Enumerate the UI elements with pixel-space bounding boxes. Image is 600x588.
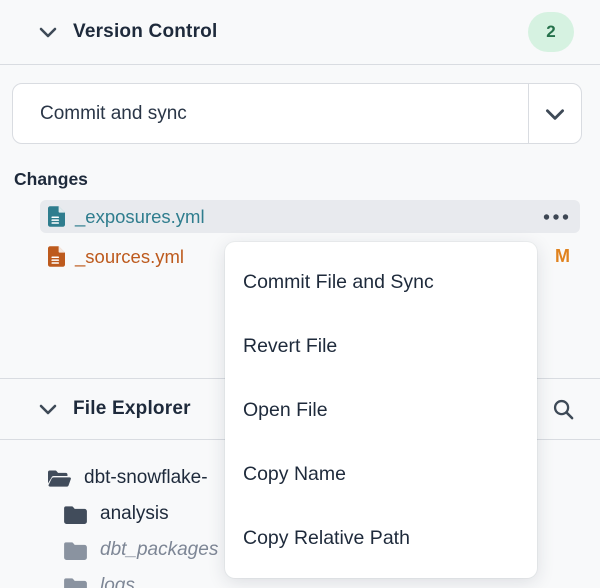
changed-file-name: _exposures.yml [75, 206, 205, 228]
chevron-down-icon[interactable] [36, 397, 60, 421]
commit-select-dropdown-toggle[interactable] [528, 84, 581, 143]
menu-item-revert-file[interactable]: Revert File [225, 314, 537, 378]
changed-file-name: _sources.yml [75, 246, 184, 268]
folder-open-icon [48, 469, 71, 488]
tree-item-label: dbt-snowflake- [84, 467, 208, 489]
yaml-file-icon [48, 246, 65, 267]
chevron-down-icon[interactable] [36, 20, 60, 44]
file-context-menu: Commit File and Sync Revert File Open Fi… [225, 242, 537, 578]
version-control-title: Version Control [73, 21, 217, 43]
search-icon [552, 398, 575, 421]
menu-item-commit-file-and-sync[interactable]: Commit File and Sync [225, 250, 537, 314]
folder-icon [64, 505, 87, 524]
commit-action-select[interactable]: Commit and sync [12, 83, 582, 144]
chevron-down-icon [542, 101, 568, 127]
file-search-button[interactable] [548, 394, 578, 424]
tree-item-label: analysis [100, 503, 169, 525]
yaml-file-icon [48, 206, 65, 227]
changes-section-label: Changes [14, 169, 88, 190]
changes-count-badge: 2 [528, 12, 574, 52]
version-control-panel: Version Control 2 Commit and sync Change… [0, 0, 600, 588]
commit-action-value: Commit and sync [13, 84, 528, 143]
tree-item-label: logs [100, 575, 135, 588]
file-explorer-title: File Explorer [73, 398, 191, 420]
folder-icon [64, 541, 87, 560]
tree-item-label: dbt_packages [100, 539, 218, 561]
menu-item-open-file[interactable]: Open File [225, 378, 537, 442]
menu-item-copy-relative-path[interactable]: Copy Relative Path [225, 506, 537, 570]
version-control-header[interactable]: Version Control 2 [0, 0, 600, 65]
changed-file-row-exposures[interactable]: _exposures.yml [40, 200, 580, 233]
modified-status-badge: M [555, 246, 570, 267]
file-options-dots-icon[interactable] [542, 213, 570, 221]
menu-item-copy-name[interactable]: Copy Name [225, 442, 537, 506]
folder-icon [64, 577, 87, 588]
